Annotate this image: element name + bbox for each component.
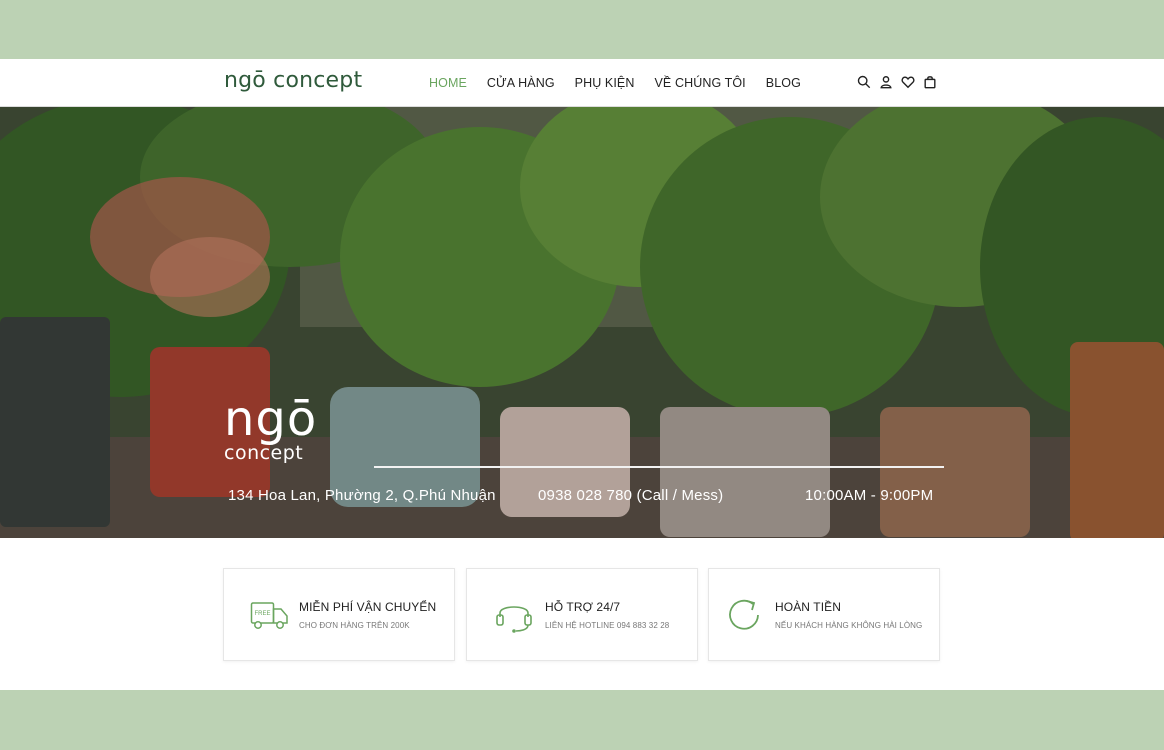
hero-address: 134 Hoa Lan, Phường 2, Q.Phú Nhuận — [228, 487, 496, 504]
feature-subtitle: LIÊN HỆ HOTLINE 094 883 32 28 — [545, 621, 670, 630]
search-icon[interactable] — [857, 74, 871, 90]
site-header: ngō concept HOME CỬA HÀNG PHỤ KIỆN VỀ CH… — [0, 59, 1164, 107]
header-icons — [857, 74, 937, 90]
headset-icon — [496, 606, 532, 633]
feature-subtitle: CHO ĐƠN HÀNG TRÊN 200K — [299, 621, 410, 630]
hero-logo-wordmark: ngō — [224, 391, 318, 447]
hero-hours: 10:00AM - 9:00PM — [805, 487, 934, 504]
refresh-icon — [729, 599, 759, 630]
top-band — [0, 0, 1164, 59]
nav-home[interactable]: HOME — [429, 76, 467, 90]
feature-title: MIỄN PHÍ VẬN CHUYỂN — [299, 600, 437, 614]
hero-divider — [374, 466, 944, 468]
bag-icon[interactable] — [923, 74, 937, 90]
feature-subtitle: NẾU KHÁCH HÀNG KHÔNG HÀI LÒNG — [775, 621, 923, 630]
features-section: FREE MIỄN PHÍ VẬN CHUYỂN CHO ĐƠN HÀNG TR… — [0, 538, 1164, 690]
truck-icon: FREE — [250, 602, 288, 629]
nav-about[interactable]: VỀ CHÚNG TÔI — [655, 76, 746, 90]
user-icon[interactable] — [879, 74, 893, 90]
feature-card-refund: HOÀN TIỀN NẾU KHÁCH HÀNG KHÔNG HÀI LÒNG — [708, 568, 940, 661]
nav-accessories[interactable]: PHỤ KIỆN — [575, 76, 635, 90]
nav-shop[interactable]: CỬA HÀNG — [487, 76, 555, 90]
truck-icon-text: FREE — [255, 611, 271, 617]
site-logo[interactable]: ngō concept — [224, 68, 362, 93]
heart-icon[interactable] — [901, 74, 915, 90]
hero-banner: ngō concept 134 Hoa Lan, Phường 2, Q.Phú… — [0, 107, 1164, 538]
bottom-band — [0, 690, 1164, 750]
feature-card-shipping: FREE MIỄN PHÍ VẬN CHUYỂN CHO ĐƠN HÀNG TR… — [223, 568, 455, 661]
feature-title: HỖ TRỢ 24/7 — [545, 600, 621, 614]
feature-title: HOÀN TIỀN — [775, 600, 842, 614]
hero-overlay — [0, 107, 1164, 538]
hero-logo: ngō concept — [224, 395, 317, 463]
main-nav: HOME CỬA HÀNG PHỤ KIỆN VỀ CHÚNG TÔI BLOG — [429, 59, 801, 107]
nav-blog[interactable]: BLOG — [766, 76, 801, 90]
feature-card-support: HỖ TRỢ 24/7 LIÊN HỆ HOTLINE 094 883 32 2… — [466, 568, 698, 661]
hero-phone[interactable]: 0938 028 780 (Call / Mess) — [538, 487, 723, 504]
